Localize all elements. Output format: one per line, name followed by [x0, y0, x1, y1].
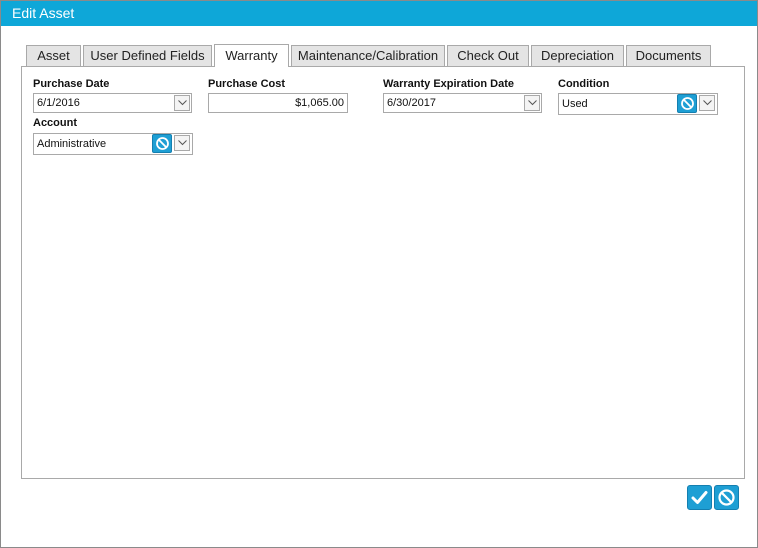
warranty-expiration-dropdown-button[interactable]: [524, 95, 540, 111]
chevron-down-icon: [178, 100, 187, 106]
save-button[interactable]: [687, 485, 712, 510]
tab-warranty[interactable]: Warranty: [214, 44, 289, 67]
condition-dropdown-button[interactable]: [699, 95, 715, 111]
account-value: Administrative: [37, 138, 107, 150]
account-label: Account: [33, 117, 77, 129]
condition-value: Used: [562, 98, 588, 110]
tab-documents[interactable]: Documents: [626, 45, 711, 67]
ban-icon: [718, 489, 735, 506]
chevron-down-icon: [703, 100, 712, 106]
warranty-expiration-field[interactable]: 6/30/2017: [383, 93, 542, 113]
condition-label: Condition: [558, 78, 610, 90]
purchase-cost-value: $1,065.00: [295, 97, 344, 109]
window-title: Edit Asset: [12, 5, 75, 21]
purchase-cost-label: Purchase Cost: [208, 78, 286, 90]
warranty-expiration-label: Warranty Expiration Date: [383, 78, 515, 90]
tab-depreciation[interactable]: Depreciation: [531, 45, 624, 67]
warranty-panel: [21, 66, 745, 479]
check-icon: [691, 491, 708, 504]
tab-asset[interactable]: Asset: [26, 45, 81, 67]
purchase-date-field[interactable]: 6/1/2016: [33, 93, 192, 113]
tab-user-defined-fields[interactable]: User Defined Fields: [83, 45, 212, 67]
condition-clear-button[interactable]: [677, 94, 697, 113]
account-clear-button[interactable]: [152, 134, 172, 153]
chevron-down-icon: [528, 100, 537, 106]
purchase-date-label: Purchase Date: [33, 78, 110, 90]
ban-icon: [681, 97, 694, 110]
edit-asset-window: Edit Asset Asset User Defined Fields War…: [0, 0, 758, 548]
tab-check-out[interactable]: Check Out: [447, 45, 529, 67]
purchase-date-value: 6/1/2016: [37, 97, 80, 109]
purchase-cost-field[interactable]: $1,065.00: [208, 93, 348, 113]
cancel-button[interactable]: [714, 485, 739, 510]
purchase-date-dropdown-button[interactable]: [174, 95, 190, 111]
ban-icon: [156, 137, 169, 150]
tab-maintenance-calibration[interactable]: Maintenance/Calibration: [291, 45, 445, 67]
warranty-expiration-value: 6/30/2017: [387, 97, 436, 109]
chevron-down-icon: [178, 140, 187, 146]
title-bar: Edit Asset: [1, 1, 757, 26]
account-dropdown-button[interactable]: [174, 135, 190, 151]
